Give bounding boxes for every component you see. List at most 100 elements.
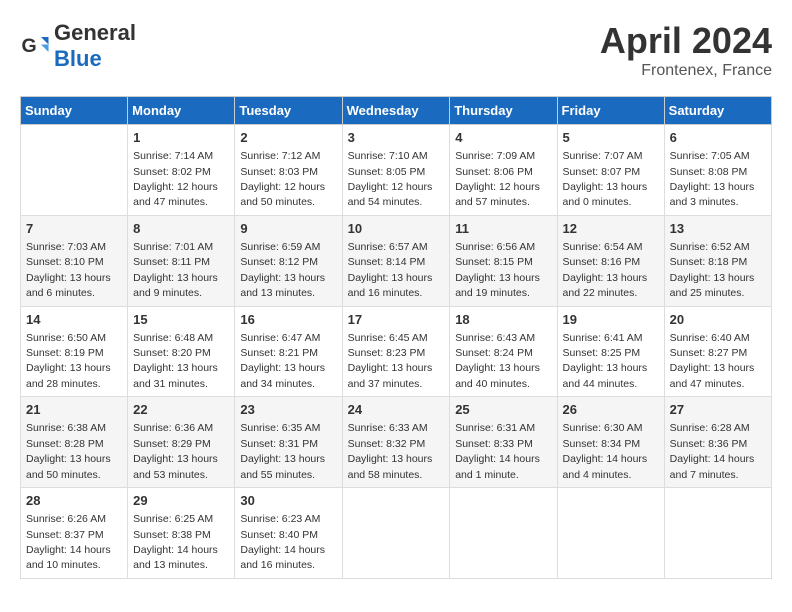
day-cell: 18Sunrise: 6:43 AM Sunset: 8:24 PM Dayli…: [450, 306, 557, 397]
day-cell: 22 Sunrise: 6:36 AM Sunset: 8:29 PM Dayli…: [128, 397, 235, 488]
logo-icon: G: [20, 31, 50, 61]
day-info: Sunrise: 6:59 AM Sunset: 8:12 PM Dayligh…: [240, 241, 325, 299]
day-cell: 21 Sunrise: 6:38 AM Sunset: 8:28 PM Dayli…: [21, 397, 128, 488]
day-number: 1: [133, 129, 229, 147]
day-cell: 17Sunrise: 6:45 AM Sunset: 8:23 PM Dayli…: [342, 306, 450, 397]
day-info: Sunrise: 6:25 AM Sunset: 8:38 PM Dayligh…: [133, 513, 218, 571]
day-number: 6: [670, 129, 766, 147]
week-row-3: 14 Sunrise: 6:50 AM Sunset: 8:19 PM Dayli…: [21, 306, 772, 397]
day-number: 12: [563, 220, 659, 238]
day-cell: 10 Sunrise: 6:57 AM Sunset: 8:14 PM Dayli…: [342, 215, 450, 306]
day-info: Sunrise: 7:05 AM Sunset: 8:08 PM Dayligh…: [670, 150, 755, 208]
day-info: Sunrise: 6:26 AM Sunset: 8:37 PM Dayligh…: [26, 513, 111, 571]
weekday-header-row: SundayMondayTuesdayWednesdayThursdayFrid…: [21, 97, 772, 125]
day-info: Sunrise: 6:38 AM Sunset: 8:28 PM Dayligh…: [26, 422, 111, 480]
weekday-header-wednesday: Wednesday: [342, 97, 450, 125]
logo-blue: Blue: [54, 46, 102, 71]
day-cell: 11 Sunrise: 6:56 AM Sunset: 8:15 PM Dayli…: [450, 215, 557, 306]
day-number: 27: [670, 401, 766, 419]
logo-text: General Blue: [54, 20, 136, 72]
day-number: 10: [348, 220, 445, 238]
day-cell: 15 Sunrise: 6:48 AM Sunset: 8:20 PM Dayli…: [128, 306, 235, 397]
day-info: Sunrise: 7:09 AM Sunset: 8:06 PM Dayligh…: [455, 150, 540, 208]
day-info: Sunrise: 6:30 AM Sunset: 8:34 PM Dayligh…: [563, 422, 648, 480]
header: G General Blue April 2024 Frontenex, Fra…: [20, 20, 772, 80]
day-info: Sunrise: 7:14 AM Sunset: 8:02 PM Dayligh…: [133, 150, 218, 208]
day-info: Sunrise: 6:48 AM Sunset: 8:20 PM Dayligh…: [133, 332, 218, 390]
day-info: Sunrise: 6:57 AM Sunset: 8:14 PM Dayligh…: [348, 241, 433, 299]
day-cell: 4 Sunrise: 7:09 AM Sunset: 8:06 PM Daylig…: [450, 125, 557, 216]
day-cell: 1 Sunrise: 7:14 AM Sunset: 8:02 PM Daylig…: [128, 125, 235, 216]
day-number: 14: [26, 311, 122, 329]
day-info: Sunrise: 6:35 AM Sunset: 8:31 PM Dayligh…: [240, 422, 325, 480]
svg-text:G: G: [22, 35, 37, 57]
weekday-header-friday: Friday: [557, 97, 664, 125]
day-cell: 25Sunrise: 6:31 AM Sunset: 8:33 PM Dayli…: [450, 397, 557, 488]
day-info: Sunrise: 6:31 AM Sunset: 8:33 PM Dayligh…: [455, 422, 540, 480]
day-cell: 19Sunrise: 6:41 AM Sunset: 8:25 PM Dayli…: [557, 306, 664, 397]
day-info: Sunrise: 7:03 AM Sunset: 8:10 PM Dayligh…: [26, 241, 111, 299]
day-info: Sunrise: 7:12 AM Sunset: 8:03 PM Dayligh…: [240, 150, 325, 208]
day-info: Sunrise: 6:28 AM Sunset: 8:36 PM Dayligh…: [670, 422, 755, 480]
day-number: 21: [26, 401, 122, 419]
weekday-header-thursday: Thursday: [450, 97, 557, 125]
weekday-header-monday: Monday: [128, 97, 235, 125]
day-number: 28: [26, 492, 122, 510]
day-cell: 7Sunrise: 7:03 AM Sunset: 8:10 PM Daylig…: [21, 215, 128, 306]
day-number: 9: [240, 220, 336, 238]
day-number: 24: [348, 401, 445, 419]
weekday-header-saturday: Saturday: [664, 97, 771, 125]
day-cell: [21, 125, 128, 216]
day-cell: 24 Sunrise: 6:33 AM Sunset: 8:32 PM Dayli…: [342, 397, 450, 488]
day-cell: 27 Sunrise: 6:28 AM Sunset: 8:36 PM Dayli…: [664, 397, 771, 488]
day-number: 3: [348, 129, 445, 147]
day-number: 2: [240, 129, 336, 147]
weekday-header-tuesday: Tuesday: [235, 97, 342, 125]
day-number: 26: [563, 401, 659, 419]
day-number: 11: [455, 220, 551, 238]
day-number: 16: [240, 311, 336, 329]
day-cell: 26 Sunrise: 6:30 AM Sunset: 8:34 PM Dayli…: [557, 397, 664, 488]
day-info: Sunrise: 6:52 AM Sunset: 8:18 PM Dayligh…: [670, 241, 755, 299]
day-info: Sunrise: 6:43 AM Sunset: 8:24 PM Dayligh…: [455, 332, 540, 390]
day-cell: 14 Sunrise: 6:50 AM Sunset: 8:19 PM Dayli…: [21, 306, 128, 397]
day-info: Sunrise: 6:33 AM Sunset: 8:32 PM Dayligh…: [348, 422, 433, 480]
weekday-header-sunday: Sunday: [21, 97, 128, 125]
day-number: 17: [348, 311, 445, 329]
logo-general: General: [54, 20, 136, 45]
day-info: Sunrise: 6:50 AM Sunset: 8:19 PM Dayligh…: [26, 332, 111, 390]
day-cell: 16Sunrise: 6:47 AM Sunset: 8:21 PM Dayli…: [235, 306, 342, 397]
day-number: 22: [133, 401, 229, 419]
day-number: 19: [563, 311, 659, 329]
day-number: 8: [133, 220, 229, 238]
month-title: April 2024: [600, 20, 772, 62]
day-number: 29: [133, 492, 229, 510]
day-info: Sunrise: 6:23 AM Sunset: 8:40 PM Dayligh…: [240, 513, 325, 571]
day-info: Sunrise: 6:40 AM Sunset: 8:27 PM Dayligh…: [670, 332, 755, 390]
day-number: 15: [133, 311, 229, 329]
day-cell: 12Sunrise: 6:54 AM Sunset: 8:16 PM Dayli…: [557, 215, 664, 306]
day-cell: [557, 488, 664, 579]
day-info: Sunrise: 7:01 AM Sunset: 8:11 PM Dayligh…: [133, 241, 218, 299]
logo: G General Blue: [20, 20, 136, 72]
day-cell: 9 Sunrise: 6:59 AM Sunset: 8:12 PM Daylig…: [235, 215, 342, 306]
day-number: 13: [670, 220, 766, 238]
day-cell: 28 Sunrise: 6:26 AM Sunset: 8:37 PM Dayli…: [21, 488, 128, 579]
day-cell: 3Sunrise: 7:10 AM Sunset: 8:05 PM Daylig…: [342, 125, 450, 216]
day-info: Sunrise: 6:56 AM Sunset: 8:15 PM Dayligh…: [455, 241, 540, 299]
day-number: 4: [455, 129, 551, 147]
day-cell: 30 Sunrise: 6:23 AM Sunset: 8:40 PM Dayli…: [235, 488, 342, 579]
week-row-1: 1 Sunrise: 7:14 AM Sunset: 8:02 PM Daylig…: [21, 125, 772, 216]
day-cell: 23Sunrise: 6:35 AM Sunset: 8:31 PM Dayli…: [235, 397, 342, 488]
day-number: 30: [240, 492, 336, 510]
day-cell: 8 Sunrise: 7:01 AM Sunset: 8:11 PM Daylig…: [128, 215, 235, 306]
day-cell: 5 Sunrise: 7:07 AM Sunset: 8:07 PM Daylig…: [557, 125, 664, 216]
day-number: 5: [563, 129, 659, 147]
day-cell: 6 Sunrise: 7:05 AM Sunset: 8:08 PM Daylig…: [664, 125, 771, 216]
week-row-2: 7Sunrise: 7:03 AM Sunset: 8:10 PM Daylig…: [21, 215, 772, 306]
calendar-table: SundayMondayTuesdayWednesdayThursdayFrid…: [20, 96, 772, 579]
day-info: Sunrise: 6:36 AM Sunset: 8:29 PM Dayligh…: [133, 422, 218, 480]
day-info: Sunrise: 7:07 AM Sunset: 8:07 PM Dayligh…: [563, 150, 648, 208]
title-area: April 2024 Frontenex, France: [600, 20, 772, 80]
day-cell: [342, 488, 450, 579]
